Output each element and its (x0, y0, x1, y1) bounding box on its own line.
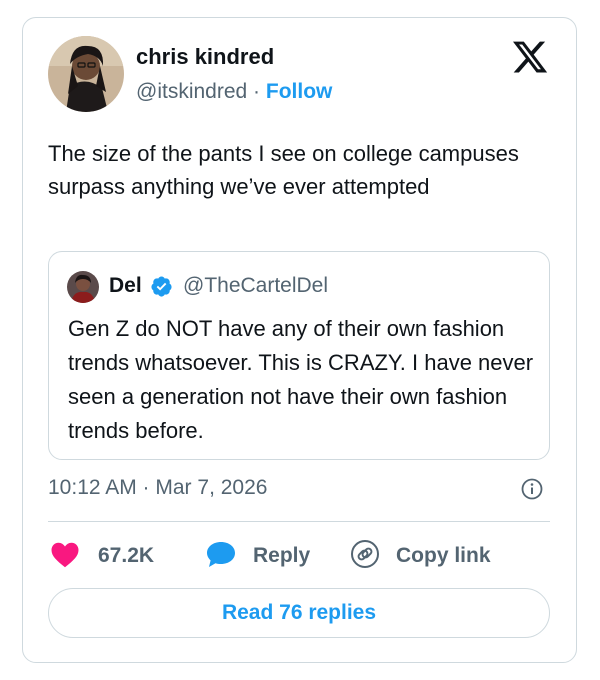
quoted-tweet-text: Gen Z do NOT have any of their own fashi… (68, 316, 534, 443)
author-handle-line: @itskindred · Follow (136, 80, 332, 104)
follow-button[interactable]: Follow (266, 80, 333, 103)
author-avatar[interactable] (48, 36, 124, 112)
heart-icon (50, 540, 80, 573)
tweet-timestamp[interactable]: 10:12 AM · Mar 7, 2026 (48, 476, 267, 500)
like-count: 67.2K (98, 544, 155, 567)
author-handle[interactable]: @itskindred (136, 80, 247, 103)
link-icon (350, 539, 380, 574)
quoted-author-handle[interactable]: @TheCartelDel (183, 274, 328, 298)
speech-bubble-icon (205, 538, 237, 575)
tweet-text: The size of the pants I see on college c… (48, 141, 519, 199)
info-icon[interactable] (521, 478, 543, 500)
copy-link-label: Copy link (396, 544, 491, 567)
reply-button[interactable]: Reply (205, 540, 310, 572)
quoted-avatar[interactable] (67, 271, 99, 303)
like-button[interactable]: 67.2K (50, 540, 154, 572)
separator-dot: · (253, 80, 261, 103)
quoted-tweet[interactable]: Del @TheCartelDel Gen Z do NOT have any … (48, 251, 550, 460)
x-logo-icon[interactable] (511, 38, 549, 76)
copy-link-button[interactable]: Copy link (350, 539, 491, 574)
divider (48, 521, 550, 522)
quoted-author-name[interactable]: Del (109, 274, 142, 298)
reply-label: Reply (253, 544, 311, 567)
author-name[interactable]: chris kindred (136, 44, 274, 70)
verified-badge-icon (150, 275, 173, 298)
read-replies-button[interactable]: Read 76 replies (48, 588, 550, 638)
